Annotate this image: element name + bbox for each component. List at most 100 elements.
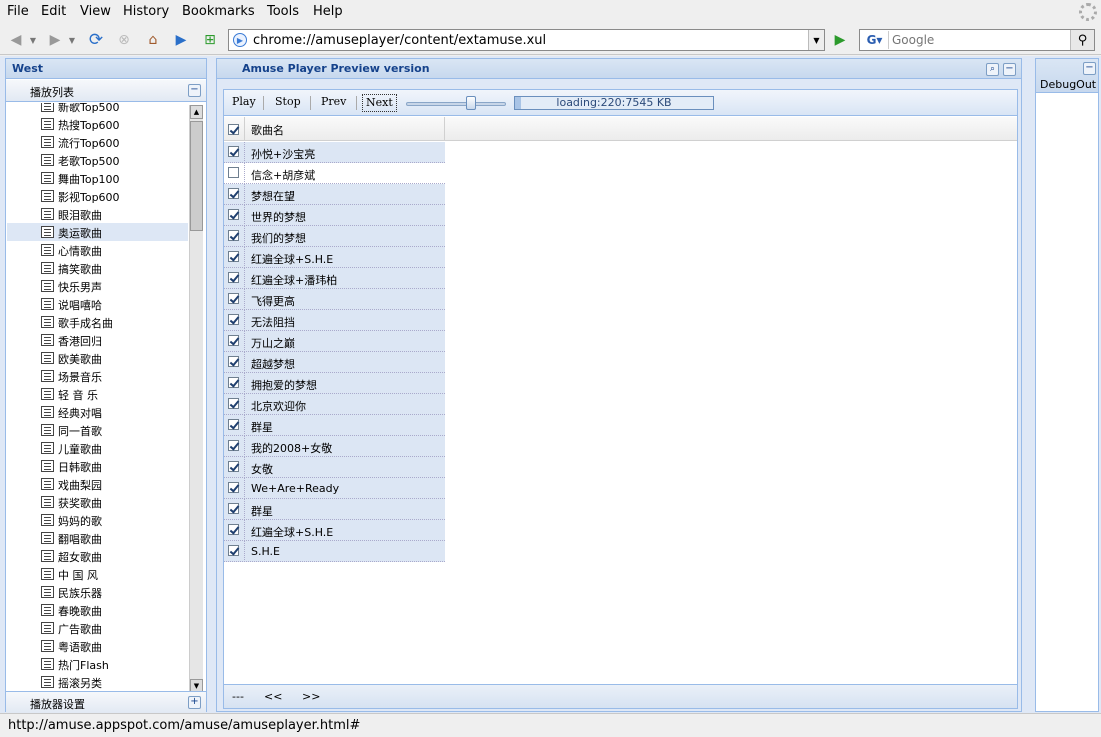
song-checkbox[interactable] <box>228 419 239 430</box>
search-input[interactable] <box>892 31 1062 49</box>
song-row[interactable]: 红遍全球+S.H.E <box>224 247 445 268</box>
center-collapse-icon[interactable]: − <box>1003 63 1016 76</box>
search-bar[interactable]: G▾ ⚲ <box>859 29 1095 51</box>
volume-slider-track[interactable] <box>406 102 506 106</box>
tree-item[interactable]: 翻唱歌曲 <box>7 529 188 547</box>
menu-help[interactable]: Help <box>313 4 343 19</box>
tree-item[interactable]: 民族乐器 <box>7 583 188 601</box>
play-button[interactable]: Play <box>229 94 259 112</box>
tree-scrollbar[interactable]: ▲ ▼ <box>189 105 203 693</box>
scroll-up-icon[interactable]: ▲ <box>190 105 203 119</box>
song-checkbox[interactable] <box>228 167 239 178</box>
tree-item[interactable]: 中 国 风 <box>7 565 188 583</box>
back-history-dropdown-icon[interactable]: ▼ <box>27 29 39 51</box>
tree-item[interactable]: 心情歌曲 <box>7 241 188 259</box>
tree-item[interactable]: 轻 音 乐 <box>7 385 188 403</box>
forward-history-dropdown-icon[interactable]: ▼ <box>66 29 78 51</box>
song-row[interactable]: 红遍全球+潘玮柏 <box>224 268 445 289</box>
tree-item[interactable]: 新歌Top500 <box>7 103 188 115</box>
stop-icon[interactable]: ⊗ <box>113 29 135 51</box>
menu-history[interactable]: History <box>123 4 169 19</box>
tree-item[interactable]: 热搜Top600 <box>7 115 188 133</box>
song-checkbox[interactable] <box>228 440 239 451</box>
song-checkbox[interactable] <box>228 272 239 283</box>
song-row[interactable]: 无法阻挡 <box>224 310 445 331</box>
tree-item[interactable]: 舞曲Top100 <box>7 169 188 187</box>
tree-item[interactable]: 广告歌曲 <box>7 619 188 637</box>
tree-item[interactable]: 歌手成名曲 <box>7 313 188 331</box>
song-checkbox[interactable] <box>228 188 239 199</box>
menu-tools[interactable]: Tools <box>267 4 299 19</box>
url-dropdown-icon[interactable]: ▼ <box>808 30 824 50</box>
search-engine-google-icon[interactable]: G▾ <box>861 31 889 49</box>
menu-file[interactable]: File <box>7 4 29 19</box>
song-checkbox[interactable] <box>228 461 239 472</box>
song-checkbox[interactable] <box>228 356 239 367</box>
pager-last-button[interactable]: >> <box>302 690 320 703</box>
player-settings-section-header[interactable]: 播放器设置 + <box>6 691 206 713</box>
song-checkbox[interactable] <box>228 146 239 157</box>
song-checkbox[interactable] <box>228 335 239 346</box>
song-row[interactable]: 女敬 <box>224 457 445 478</box>
tree-item[interactable]: 日韩歌曲 <box>7 457 188 475</box>
tree-item[interactable]: 热门Flash <box>7 655 188 673</box>
tree-item[interactable]: 超女歌曲 <box>7 547 188 565</box>
url-text[interactable]: chrome://amuseplayer/content/extamuse.xu… <box>253 33 546 48</box>
tree-item[interactable]: 欧美歌曲 <box>7 349 188 367</box>
back-icon[interactable]: ◀ <box>5 29 27 51</box>
song-row[interactable]: 孙悦+沙宝亮 <box>224 142 445 163</box>
playlist-section-header[interactable]: 播放列表 − <box>6 80 206 102</box>
tree-item[interactable]: 奥运歌曲 <box>7 223 188 241</box>
song-name-column-header[interactable]: 歌曲名 <box>251 122 284 138</box>
song-row[interactable]: We+Are+Ready <box>224 478 445 499</box>
menu-edit[interactable]: Edit <box>41 4 66 19</box>
forward-icon[interactable]: ▶ <box>44 29 66 51</box>
song-checkbox[interactable] <box>228 314 239 325</box>
tree-item[interactable]: 眼泪歌曲 <box>7 205 188 223</box>
song-checkbox[interactable] <box>228 503 239 514</box>
volume-slider-thumb[interactable] <box>465 96 476 110</box>
search-icon[interactable]: ⚲ <box>1070 30 1094 50</box>
song-checkbox[interactable] <box>228 377 239 388</box>
song-checkbox[interactable] <box>228 482 239 493</box>
song-row[interactable]: 拥抱爱的梦想 <box>224 373 445 394</box>
tree-item[interactable]: 妈妈的歌 <box>7 511 188 529</box>
song-row[interactable]: 超越梦想 <box>224 352 445 373</box>
prev-button[interactable]: Prev <box>318 94 349 112</box>
tree-item[interactable]: 香港回归 <box>7 331 188 349</box>
tree-item[interactable]: 儿童歌曲 <box>7 439 188 457</box>
song-row[interactable]: 我们的梦想 <box>224 226 445 247</box>
tree-item[interactable]: 搞笑歌曲 <box>7 259 188 277</box>
tree-item[interactable]: 摇滚另类 <box>7 673 188 691</box>
song-checkbox[interactable] <box>228 293 239 304</box>
go-icon[interactable]: ▶ <box>828 29 852 51</box>
song-row[interactable]: 万山之巅 <box>224 331 445 352</box>
tree-item[interactable]: 获奖歌曲 <box>7 493 188 511</box>
select-all-checkbox[interactable] <box>228 124 239 135</box>
next-button[interactable]: Next <box>362 94 397 112</box>
tree-item[interactable]: 影视Top600 <box>7 187 188 205</box>
song-row[interactable]: 世界的梦想 <box>224 205 445 226</box>
song-checkbox[interactable] <box>228 524 239 535</box>
song-row[interactable]: S.H.E <box>224 541 445 562</box>
tree-item[interactable]: 春晚歌曲 <box>7 601 188 619</box>
tree-item[interactable]: 粤语歌曲 <box>7 637 188 655</box>
scroll-thumb[interactable] <box>190 121 203 231</box>
pager-first-button[interactable]: << <box>264 690 282 703</box>
tree-item[interactable]: 说唱嘻哈 <box>7 295 188 313</box>
song-row[interactable]: 我的2008+女敬 <box>224 436 445 457</box>
song-row[interactable]: 群星 <box>224 415 445 436</box>
stop-button[interactable]: Stop <box>272 94 304 112</box>
url-bar[interactable]: ▶ chrome://amuseplayer/content/extamuse.… <box>228 29 825 51</box>
add-bookmark-icon[interactable]: ⊞ <box>199 29 221 51</box>
menu-view[interactable]: View <box>80 4 111 19</box>
song-checkbox[interactable] <box>228 209 239 220</box>
tree-item[interactable]: 流行Top600 <box>7 133 188 151</box>
song-row[interactable]: 红遍全球+S.H.E <box>224 520 445 541</box>
east-collapse-icon[interactable]: − <box>1083 62 1096 75</box>
tree-item[interactable]: 戏曲梨园 <box>7 475 188 493</box>
song-row[interactable]: 北京欢迎你 <box>224 394 445 415</box>
song-row[interactable]: 群星 <box>224 499 445 520</box>
tree-item[interactable]: 快乐男声 <box>7 277 188 295</box>
song-checkbox[interactable] <box>228 545 239 556</box>
